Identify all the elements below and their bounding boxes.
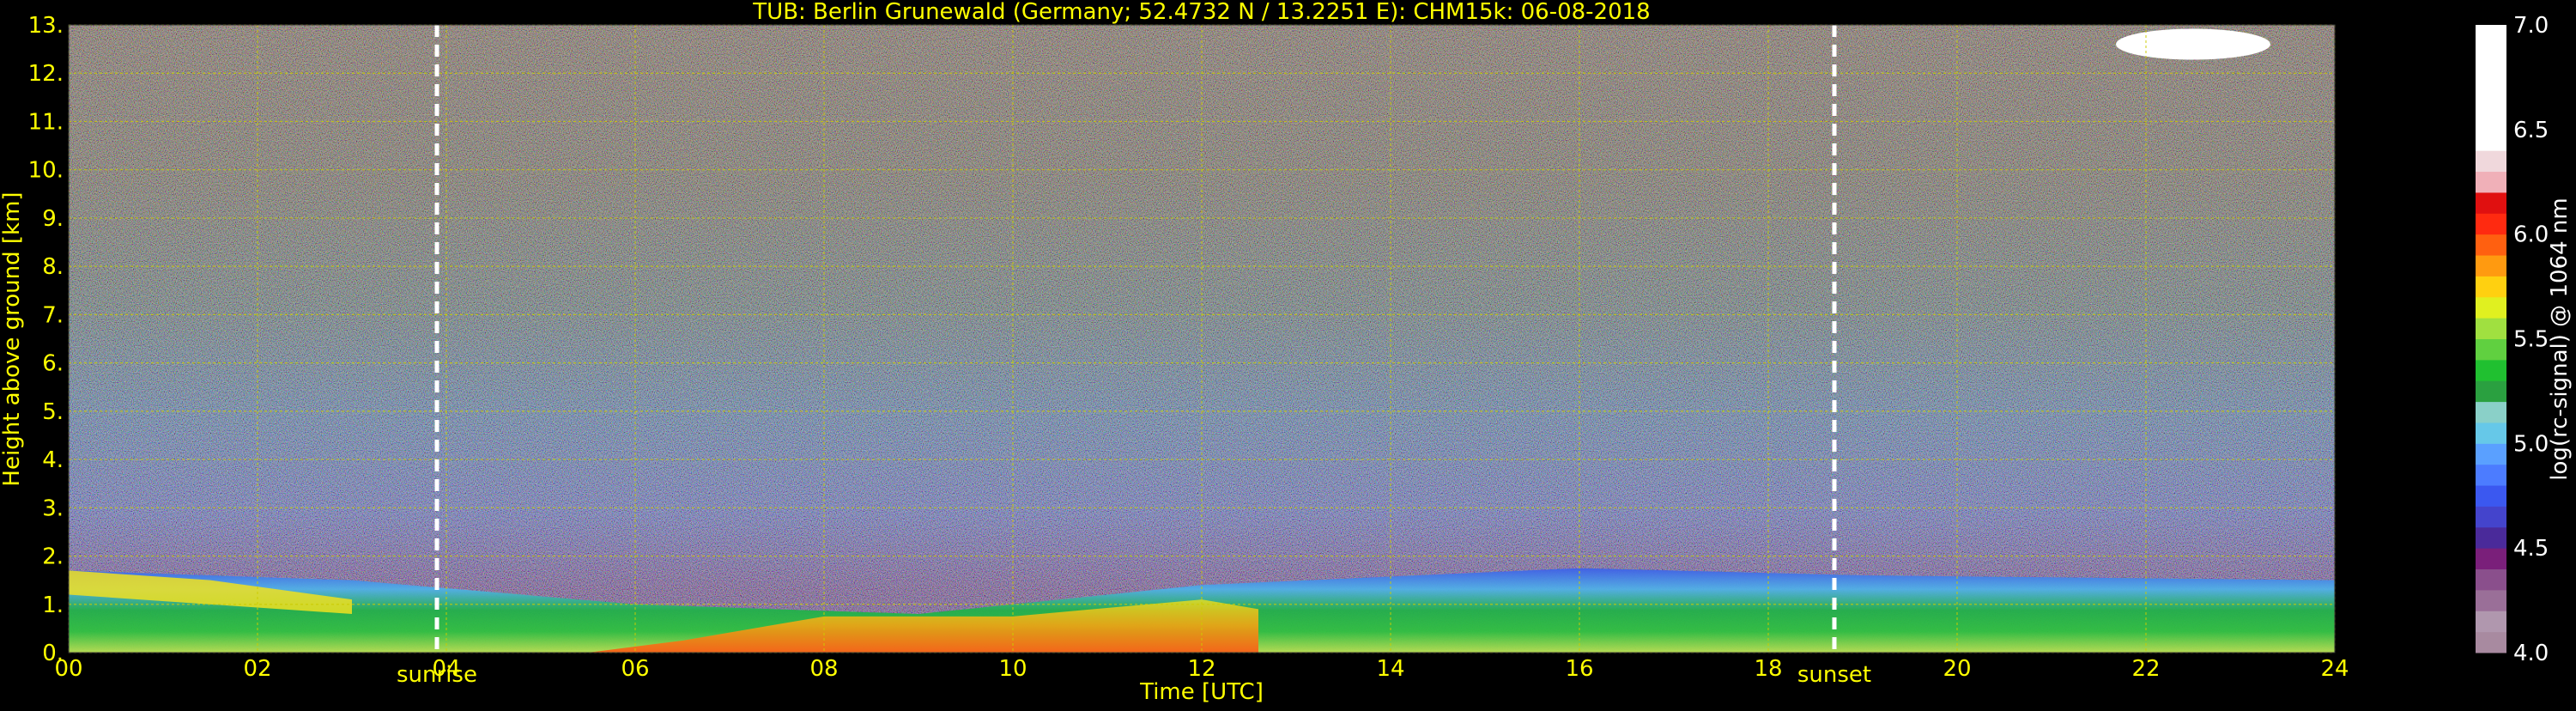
colorbar-tick-label: 5.5 xyxy=(2513,327,2549,353)
y-tick-label: 11. xyxy=(28,109,64,135)
colorbar-tick-label: 4.5 xyxy=(2513,536,2549,562)
colorbar-segment xyxy=(2476,506,2506,528)
colorbar-segment xyxy=(2476,129,2506,151)
colorbar-segment xyxy=(2476,359,2506,381)
colorbar-tick-label: 7.0 xyxy=(2513,13,2549,39)
colorbar-segment xyxy=(2476,380,2506,403)
colorbar-tick-label: 5.0 xyxy=(2513,431,2549,457)
y-tick-label: 8. xyxy=(42,254,64,280)
colorbar-segment xyxy=(2476,548,2506,570)
colorbar-segment xyxy=(2476,296,2506,319)
y-axis-label: Height above ground [km] xyxy=(0,191,25,486)
colorbar-segment xyxy=(2476,88,2506,109)
x-tick-label: 24 xyxy=(2320,656,2349,682)
y-tick-label: 5. xyxy=(42,399,64,425)
colorbar-segment xyxy=(2476,276,2506,298)
colorbar-tick-label: 6.5 xyxy=(2513,118,2549,143)
colorbar-segment xyxy=(2476,108,2506,131)
y-tick-label: 12. xyxy=(28,61,64,87)
colorbar-segment xyxy=(2476,422,2506,444)
x-tick-label: 02 xyxy=(243,656,271,682)
colorbar-segment xyxy=(2476,255,2506,276)
colorbar-label: log(rc-signal) @ 1064 nm xyxy=(2547,198,2573,480)
y-tick-label: 1. xyxy=(42,592,64,618)
colorbar-segment xyxy=(2476,589,2506,611)
x-tick-label: 12 xyxy=(1187,656,1215,682)
y-tick-label: 3. xyxy=(42,495,64,521)
x-axis-label: Time [UTC] xyxy=(1139,679,1264,705)
y-tick-label: 0. xyxy=(42,641,64,666)
colorbar-segment xyxy=(2476,191,2506,214)
colorbar-segment xyxy=(2476,213,2506,235)
y-tick-label: 6. xyxy=(42,351,64,377)
x-tick-label: 18 xyxy=(1754,656,1782,682)
y-tick-label: 13. xyxy=(28,13,64,39)
colorbar-tick-label: 4.0 xyxy=(2513,641,2549,666)
x-tick-label: 22 xyxy=(2131,656,2160,682)
colorbar-segment xyxy=(2476,234,2506,256)
y-tick-label: 4. xyxy=(42,447,64,473)
chart-svg: sunrise sunset 00 02 04 06 08 10 12 14 16 18 20 22 24… xyxy=(0,0,2573,705)
colorbar-segment xyxy=(2476,401,2506,423)
colorbar-segment xyxy=(2476,631,2506,653)
colorbar-segment xyxy=(2476,338,2506,361)
colorbar-segment xyxy=(2476,485,2506,507)
colorbar-tick-label: 6.0 xyxy=(2513,222,2549,248)
colorbar-segment xyxy=(2476,568,2506,591)
colorbar-segment xyxy=(2476,318,2506,339)
colorbar-segment xyxy=(2476,611,2506,633)
colorbar-segment xyxy=(2476,443,2506,465)
x-tick-label: 16 xyxy=(1565,656,1593,682)
cloud-patch xyxy=(2116,28,2270,60)
x-tick-label: 08 xyxy=(809,656,838,682)
ceilometer-chart: sunrise sunset 00 02 04 06 08 10 12 14 16 18 20 22 24… xyxy=(0,0,2576,708)
y-tick-label: 2. xyxy=(42,544,64,570)
x-tick-label: 20 xyxy=(1943,656,1971,682)
colorbar-segment xyxy=(2476,46,2506,68)
y-tick-label: 7. xyxy=(42,302,64,328)
colorbar-segment xyxy=(2476,526,2506,549)
sunset-label: sunset xyxy=(1797,662,1871,688)
x-tick-label: 04 xyxy=(432,656,460,682)
y-tick-label: 10. xyxy=(28,158,64,184)
colorbar-segment xyxy=(2476,25,2506,46)
colorbar-segment xyxy=(2476,171,2506,193)
x-tick-label: 06 xyxy=(621,656,649,682)
x-tick-label: 14 xyxy=(1376,656,1404,682)
chart-title: TUB: Berlin Grunewald (Germany; 52.4732 … xyxy=(752,0,1650,25)
colorbar-segment xyxy=(2476,66,2506,88)
colorbar-segment xyxy=(2476,150,2506,173)
x-tick-label: 10 xyxy=(998,656,1027,682)
y-tick-label: 9. xyxy=(42,206,64,232)
colorbar-segment xyxy=(2476,464,2506,486)
